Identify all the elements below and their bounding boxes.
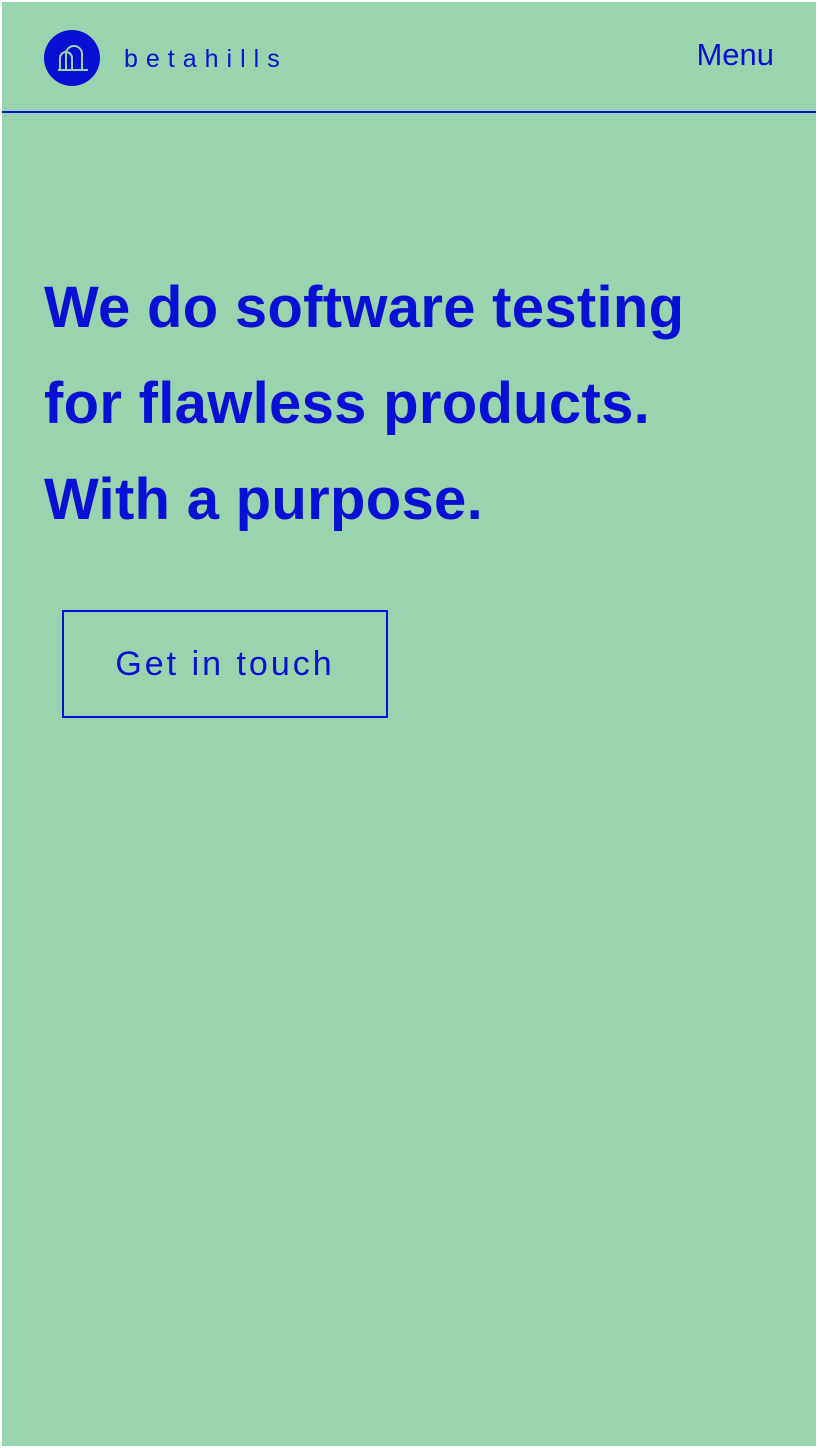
hero-title-line-3: With a purpose. xyxy=(44,467,483,532)
menu-button[interactable]: Menu xyxy=(696,39,774,70)
brand-name: betahills xyxy=(124,44,288,73)
hero-title-line-1: We do software testing xyxy=(44,275,685,340)
get-in-touch-button[interactable]: Get in touch xyxy=(62,610,388,718)
hero-title-line-2: for flawless products. xyxy=(44,371,651,436)
hero-title: We do software testing for flawless prod… xyxy=(44,260,784,548)
brand-home-link[interactable]: betahills xyxy=(44,30,288,86)
site-header: betahills Menu xyxy=(2,2,816,113)
page: betahills Menu We do software testing fo… xyxy=(2,2,816,1446)
hill-arch-logo-icon xyxy=(44,30,100,86)
hero-section: We do software testing for flawless prod… xyxy=(44,260,784,548)
